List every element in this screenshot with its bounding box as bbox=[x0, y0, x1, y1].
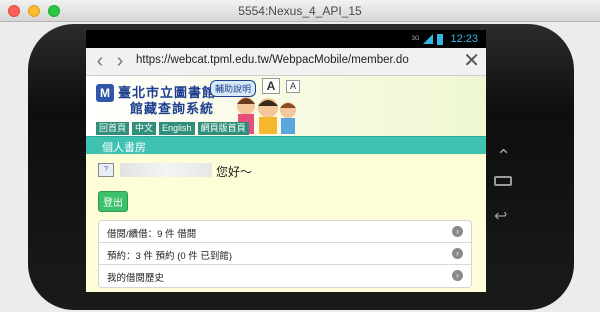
header-nav: 回首頁 中文 English 網頁版首頁 bbox=[96, 122, 249, 135]
status-time: 12:23 bbox=[450, 33, 478, 45]
library-logo-icon[interactable]: M bbox=[96, 84, 114, 102]
section-title: 個人書房 bbox=[102, 142, 146, 154]
section-header: 個人書房 bbox=[86, 136, 486, 154]
window-titlebar: 5554:Nexus_4_API_15 bbox=[0, 0, 600, 22]
redacted-username bbox=[120, 163, 212, 177]
menu-item-loans[interactable]: 借閱/續借：9 件 借閱 › bbox=[99, 221, 471, 243]
menu-item-reservations[interactable]: 預約：3 件 預約 (0 件 已到館) › bbox=[99, 243, 471, 265]
menu-item-label: 預約：3 件 預約 (0 件 已到館) bbox=[107, 251, 233, 262]
nav-home[interactable]: 回首頁 bbox=[96, 122, 130, 135]
chevron-right-icon: › bbox=[452, 248, 463, 259]
close-icon[interactable]: ✕ bbox=[463, 50, 480, 72]
network-type: 3G bbox=[411, 36, 420, 42]
logout-button[interactable]: 登出 bbox=[98, 191, 128, 212]
android-recents-icon[interactable]: ↩ bbox=[494, 206, 507, 226]
greeting-text: 您好～ bbox=[216, 165, 253, 179]
nav-chinese[interactable]: 中文 bbox=[132, 122, 157, 135]
nav-english[interactable]: English bbox=[159, 122, 195, 135]
chevron-right-icon: › bbox=[452, 270, 463, 281]
chevron-right-icon[interactable]: › bbox=[112, 51, 128, 71]
site-header: M 臺北市立圖書館 館藏查詢系統 輔助說明 A A 回首頁 中文 English bbox=[86, 76, 486, 136]
status-bar: 3G 12:23 bbox=[86, 30, 486, 48]
android-home-icon[interactable] bbox=[494, 176, 512, 186]
menu-item-label: 借閱/續借：9 件 借閱 bbox=[107, 229, 197, 240]
battery-icon bbox=[437, 33, 444, 45]
window-title: 5554:Nexus_4_API_15 bbox=[238, 4, 362, 18]
font-large-button[interactable]: A bbox=[262, 78, 280, 94]
font-small-button[interactable]: A bbox=[286, 80, 300, 93]
web-page: M 臺北市立圖書館 館藏查詢系統 輔助說明 A A 回首頁 中文 English bbox=[86, 76, 486, 292]
user-card-icon: ? bbox=[98, 163, 114, 177]
chevron-right-icon: › bbox=[452, 226, 463, 237]
menu-item-history[interactable]: 我的借閱歷史 › bbox=[99, 265, 471, 287]
url-input[interactable]: https://webcat.tpml.edu.tw/WebpacMobile/… bbox=[136, 54, 409, 66]
android-back-icon[interactable]: ⌃ bbox=[496, 146, 511, 167]
nav-desktop-home[interactable]: 網頁版首頁 bbox=[197, 122, 249, 135]
chevron-left-icon[interactable]: ‹ bbox=[92, 51, 108, 71]
menu-item-label: 我的借閱歷史 bbox=[107, 273, 165, 284]
browser-url-bar: ‹ › https://webcat.tpml.edu.tw/WebpacMob… bbox=[86, 48, 486, 76]
member-menu: 借閱/續借：9 件 借閱 › 預約：3 件 預約 (0 件 已到館) › 我的借… bbox=[98, 220, 472, 288]
library-subtitle: 館藏查詢系統 bbox=[130, 101, 215, 116]
signal-icon bbox=[423, 34, 434, 44]
device-screen: 3G 12:23 ‹ › https://webcat.tpml.edu.tw/… bbox=[86, 30, 486, 292]
